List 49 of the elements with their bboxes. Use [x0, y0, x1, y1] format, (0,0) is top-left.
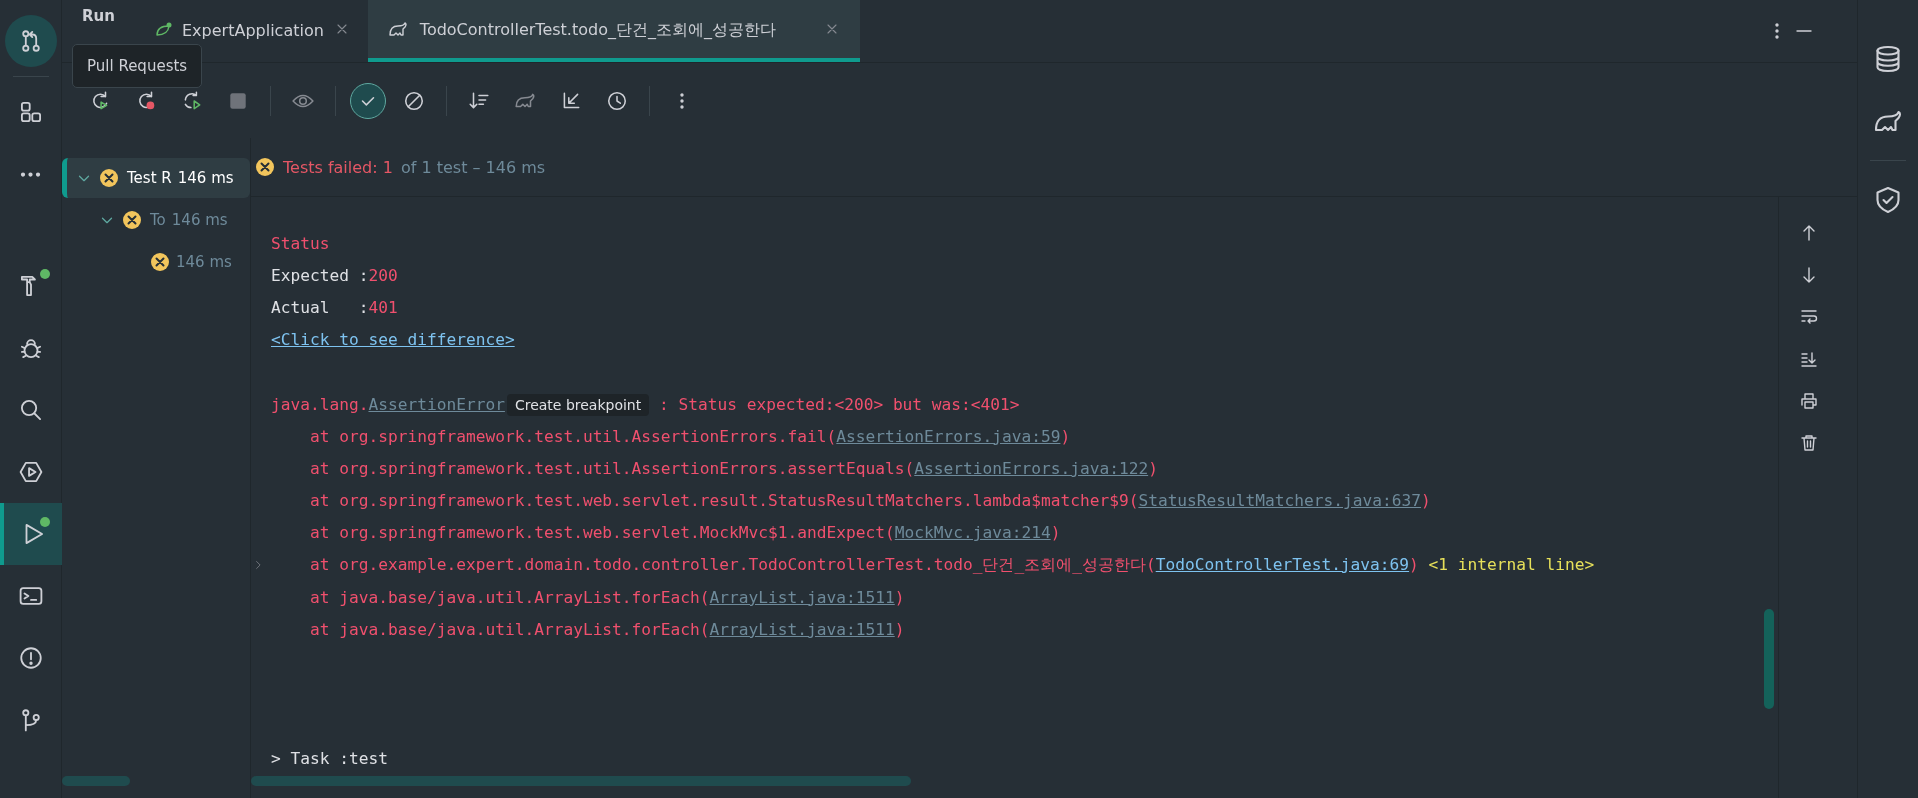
scrollbar[interactable] — [251, 776, 911, 786]
hexagon-play-icon — [17, 459, 44, 485]
console-line: at org.springframework.test.util.AssertionErrors.fail(AssertionErrors.java:59) — [310, 426, 1071, 446]
console-line: at java.base/java.util.ArrayList.forEach(ArrayList.java:1511) — [310, 619, 905, 639]
tool-window-title: Run — [82, 7, 115, 25]
tree-item[interactable]: 146 ms — [62, 242, 250, 282]
more-vertical-icon — [680, 91, 684, 110]
console-line: at org.springframework.test.util.AssertionErrors.assertEquals(AssertionErrors.java:122) — [310, 458, 1158, 478]
cancel-icon — [403, 89, 425, 112]
console-line: at org.example.expert.domain.todo.controller.TodoControllerTest.todo_단건_조회에_성공한다(TodoControllerTest.java:69) <1 internal line> — [310, 553, 1595, 576]
console-line: > Task :test — [271, 748, 388, 768]
summary-status: Tests failed: 1 — [283, 157, 393, 177]
summary-detail: of 1 test – 146 ms — [400, 157, 546, 177]
status-dot — [39, 517, 50, 527]
more-icon — [20, 171, 41, 177]
scrollbar[interactable] — [1764, 609, 1774, 709]
error-icon — [255, 157, 275, 177]
toolbar-button[interactable] — [350, 82, 386, 119]
console-line: java.lang.AssertionError Create breakpoint : Status expected:<200> but was:<401> — [271, 394, 1020, 414]
error-icon — [122, 210, 142, 230]
tool-window-button[interactable] — [0, 503, 62, 565]
scroll-end-icon — [1799, 349, 1819, 369]
minimize-icon — [1795, 29, 1813, 33]
printer-icon — [1799, 391, 1819, 411]
console-line: <Click to see difference> — [271, 330, 515, 350]
tab[interactable]: TodoControllerTest.todo_단건_조회에_성공한다 — [367, 0, 860, 62]
more-vertical-icon — [1775, 22, 1779, 40]
error-icon — [150, 252, 170, 272]
status-dot — [39, 269, 50, 279]
tooltip: Pull Requests — [72, 44, 203, 88]
clock-icon — [606, 89, 628, 112]
console-line: at org.springframework.test.web.servlet.result.StatusResultMatchers.lambda$matcher$9(StatusResultMatchers.java:637) — [310, 491, 1431, 511]
tree-item[interactable]: To 146 ms — [62, 200, 250, 240]
console-line: Actual :401 — [271, 297, 398, 317]
error-icon — [99, 168, 119, 188]
console-line: Status — [271, 233, 330, 253]
more-button[interactable] — [1775, 22, 1779, 40]
console-line: at org.springframework.test.web.servlet.MockMvc$1.andExpect(MockMvc.java:214) — [310, 523, 1061, 543]
database-icon — [1873, 44, 1903, 74]
tree-item[interactable]: Test R 146 ms — [62, 158, 250, 198]
elephant-icon — [387, 19, 408, 39]
scrollbar[interactable] — [62, 776, 130, 786]
console-line: at java.base/java.util.ArrayList.forEach(ArrayList.java:1511) — [310, 587, 905, 607]
console-line: Expected :200 — [271, 265, 398, 285]
leaf-icon — [156, 22, 172, 36]
shield-check-icon — [1873, 185, 1903, 215]
trash-icon — [1799, 433, 1819, 453]
warning-circle-icon — [17, 645, 44, 671]
minimize-button[interactable] — [1795, 29, 1813, 33]
